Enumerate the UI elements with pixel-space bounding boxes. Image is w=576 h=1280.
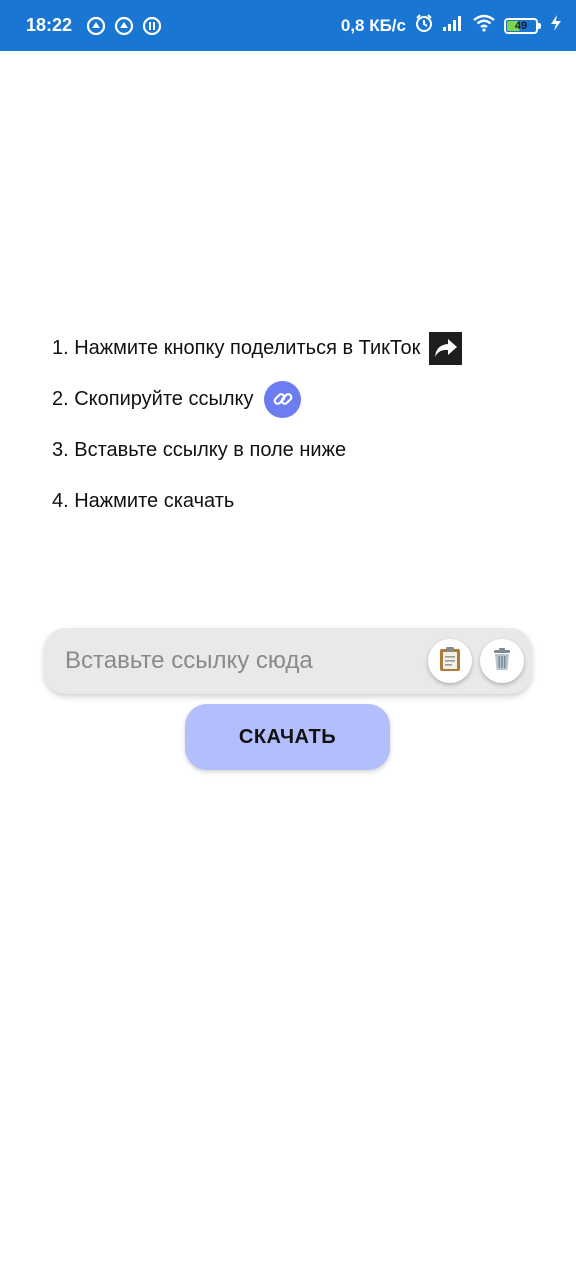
instruction-step-3: 3. Вставьте ссылку в поле ниже: [52, 432, 552, 468]
charging-icon: [550, 14, 562, 37]
clipboard-icon: [438, 646, 462, 677]
trash-icon: [491, 647, 513, 676]
network-speed: 0,8 КБ/с: [340, 15, 406, 35]
step-text: 1. Нажмите кнопку поделиться в ТикТок: [52, 336, 421, 359]
app-notification-icon: [114, 16, 134, 36]
instruction-step-1: 1. Нажмите кнопку поделиться в ТикТок: [52, 330, 552, 366]
status-time: 18:22: [26, 15, 73, 35]
wifi-icon: [472, 14, 496, 37]
step-text: 4. Нажмите скачать: [52, 489, 235, 512]
link-input[interactable]: [65, 647, 420, 675]
step-text: 3. Вставьте ссылку в поле ниже: [52, 438, 347, 461]
status-right: 0,8 КБ/с 49: [341, 13, 562, 38]
link-input-container: [44, 628, 532, 694]
instructions: 1. Нажмите кнопку поделиться в ТикТок 2.…: [52, 330, 552, 534]
share-arrow-icon: [429, 331, 463, 365]
instruction-step-4: 4. Нажмите скачать: [52, 483, 552, 519]
screen: 18:22 0,8 КБ/с 49 1. Нажмите кнопку поде…: [0, 0, 576, 1280]
instruction-step-2: 2. Скопируйте ссылку: [52, 380, 552, 418]
paste-button[interactable]: [428, 639, 472, 683]
app-notification-icon: [142, 16, 162, 36]
download-button[interactable]: СКАЧАТЬ: [185, 704, 390, 770]
step-text: 2. Скопируйте ссылку: [52, 387, 254, 410]
alarm-icon: [414, 13, 434, 38]
battery-level: 49: [514, 19, 528, 32]
link-icon: [264, 380, 302, 418]
status-left: 18:22: [26, 15, 162, 36]
battery-icon: 49: [504, 17, 541, 34]
status-bar: 18:22 0,8 КБ/с 49: [0, 0, 576, 51]
signal-icon: [442, 14, 464, 37]
clear-button[interactable]: [480, 639, 524, 683]
app-notification-icon: [86, 16, 106, 36]
